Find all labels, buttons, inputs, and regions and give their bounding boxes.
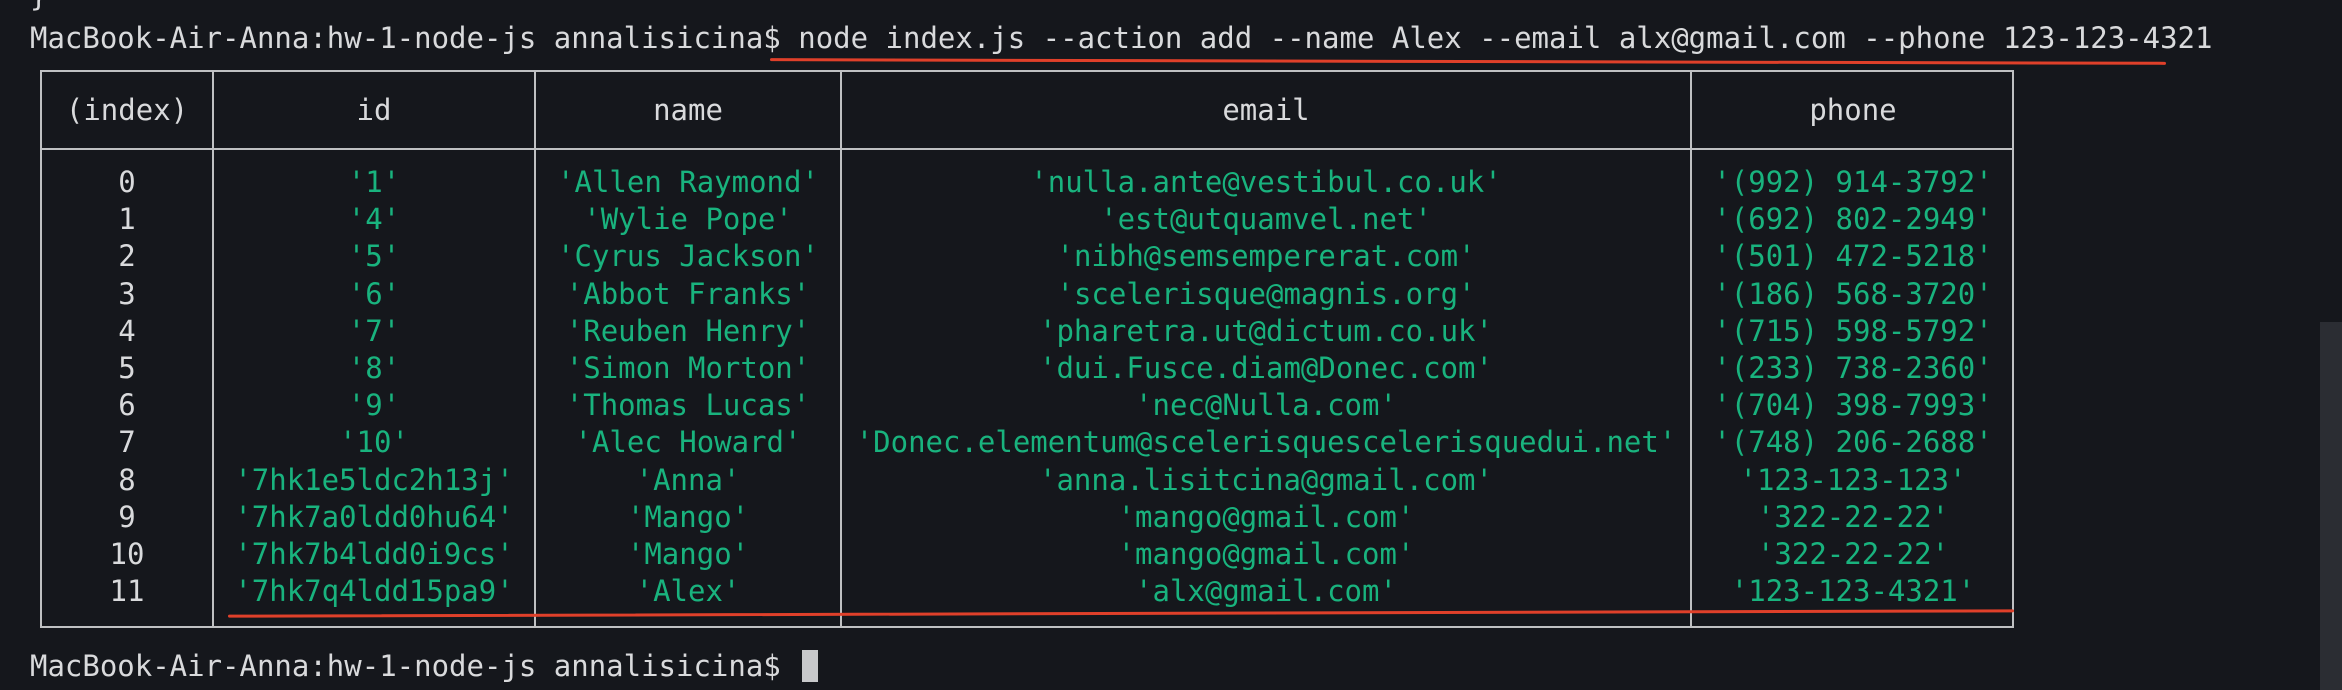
header-phone: phone xyxy=(1809,93,1897,127)
cell-name: 'Alex' xyxy=(635,574,741,609)
table-row: 3 '6' 'Abbot Franks' 'scelerisque@magnis.or… xyxy=(42,276,2012,313)
cell-email: 'alx@gmail.com' xyxy=(1135,574,1397,609)
cell-id: '7hk1e5ldc2h13j' xyxy=(234,462,514,497)
cell-index: 8 xyxy=(118,462,136,497)
cell-phone: '(715) 598-5792' xyxy=(1713,313,1993,348)
table-row: 10 '7hk7b4ldd0i9cs' 'Mango' 'mango@gmail.co… xyxy=(42,536,2012,573)
table-row: 6 '9' 'Thomas Lucas' 'nec@Nulla.com' '(704) … xyxy=(42,387,2012,424)
header-divider xyxy=(42,148,2012,150)
cell-id: '6' xyxy=(347,276,401,311)
cell-index: 2 xyxy=(118,239,136,274)
table-row: 11 '7hk7q4ldd15pa9' 'Alex' 'alx@gmail.com' '… xyxy=(42,573,2012,610)
cell-name: 'Allen Raymond' xyxy=(557,165,819,199)
cell-email: 'mango@gmail.com' xyxy=(1117,536,1415,571)
cell-name: 'Mango' xyxy=(626,499,750,534)
cell-name: 'Wylie Pope' xyxy=(583,202,793,237)
cell-index: 0 xyxy=(118,165,136,199)
text-cursor xyxy=(802,650,819,682)
cell-index: 11 xyxy=(109,574,145,609)
cell-index: 1 xyxy=(118,202,136,237)
cell-phone: '(692) 802-2949' xyxy=(1713,202,1993,237)
cell-phone: '123-123-4321' xyxy=(1730,574,1976,609)
scrollbar[interactable] xyxy=(2320,322,2342,690)
cell-phone: '(704) 398-7993' xyxy=(1713,388,1993,423)
cell-id: '9' xyxy=(347,388,401,423)
table-row: 5 '8' 'Simon Morton' 'dui.Fusce.diam@Donec.… xyxy=(42,350,2012,387)
cell-phone: '322-22-22' xyxy=(1756,499,1950,534)
final-command-line[interactable]: MacBook-Air-Anna:hw-1-node-js annalisici… xyxy=(30,646,819,686)
command-annotation-underline xyxy=(769,58,2167,65)
table-row: 4 '7' 'Reuben Henry' 'pharetra.ut@dictum.co… xyxy=(42,313,2012,350)
cell-index: 10 xyxy=(109,536,145,571)
cell-index: 4 xyxy=(118,313,136,348)
cell-name: 'Mango' xyxy=(626,536,750,571)
cell-name: 'Reuben Henry' xyxy=(565,313,811,348)
header-name: name xyxy=(653,93,723,127)
cell-name: 'Simon Morton' xyxy=(565,350,811,385)
cell-id: '7' xyxy=(347,313,401,348)
cell-phone: '123-123-123' xyxy=(1739,462,1967,497)
table-row: 0 '1' 'Allen Raymond' 'nulla.ante@vestibul.… xyxy=(42,164,2012,201)
cell-id: '8' xyxy=(347,350,401,385)
console-table: (index) id name email phone 0 '1' 'Allen R… xyxy=(40,70,2014,628)
table-body: 0 '1' 'Allen Raymond' 'nulla.ante@vestibul.… xyxy=(42,164,2012,610)
cell-phone: '(992) 914-3792' xyxy=(1713,165,1993,199)
cell-email: 'scelerisque@magnis.org' xyxy=(1056,276,1476,311)
cell-id: '10' xyxy=(339,425,409,460)
command-line: MacBook-Air-Anna:hw-1-node-js annalisici… xyxy=(30,18,2212,58)
table-row: 1 '4' 'Wylie Pope' 'est@utquamvel.net' '(692… xyxy=(42,201,2012,238)
closing-brace: } xyxy=(30,0,47,14)
cell-email: 'mango@gmail.com' xyxy=(1117,499,1415,534)
cell-name: 'Thomas Lucas' xyxy=(565,388,811,423)
cell-name: 'Alec Howard' xyxy=(574,425,802,460)
cell-index: 7 xyxy=(118,425,136,460)
table-row: 8 '7hk1e5ldc2h13j' 'Anna' 'anna.lisitcina@g… xyxy=(42,462,2012,499)
terminal-window[interactable]: } MacBook-Air-Anna:hw-1-node-js annalisi… xyxy=(0,0,2342,690)
cell-name: 'Abbot Franks' xyxy=(565,276,811,311)
cell-phone: '(186) 568-3720' xyxy=(1713,276,1993,311)
table-row: 9 '7hk7a0ldd0hu64' 'Mango' 'mango@gmail.com… xyxy=(42,499,2012,536)
header-email: email xyxy=(1222,93,1310,127)
cell-id: '5' xyxy=(347,239,401,274)
shell-prompt: MacBook-Air-Anna:hw-1-node-js annalisici… xyxy=(30,649,781,683)
cell-id: '7hk7b4ldd0i9cs' xyxy=(234,536,514,571)
cell-email: 'Donec.elementum@scelerisquescelerisqued… xyxy=(855,425,1677,460)
cell-id: '7hk7q4ldd15pa9' xyxy=(234,574,514,609)
cell-email: 'nulla.ante@vestibul.co.uk' xyxy=(1030,165,1502,199)
cell-phone: '(748) 206-2688' xyxy=(1713,425,1993,460)
header-id: id xyxy=(356,93,392,127)
cell-phone: '(501) 472-5218' xyxy=(1713,239,1993,274)
cell-email: 'est@utquamvel.net' xyxy=(1100,202,1432,237)
cell-email: 'nec@Nulla.com' xyxy=(1135,388,1397,423)
cell-phone: '322-22-22' xyxy=(1756,536,1950,571)
cell-name: 'Anna' xyxy=(635,462,741,497)
command-text: node index.js --action add --name Alex -… xyxy=(798,21,2213,55)
cell-index: 9 xyxy=(118,499,136,534)
header-index: (index) xyxy=(65,93,189,127)
table-row: 2 '5' 'Cyrus Jackson' 'nibh@semsempererat.c… xyxy=(42,238,2012,275)
cell-phone: '(233) 738-2360' xyxy=(1713,350,1993,385)
cell-index: 5 xyxy=(118,350,136,385)
cell-email: 'pharetra.ut@dictum.co.uk' xyxy=(1039,313,1493,348)
cell-id: '7hk7a0ldd0hu64' xyxy=(234,499,514,534)
cell-email: 'nibh@semsempererat.com' xyxy=(1056,239,1476,274)
cell-id: '4' xyxy=(347,202,401,237)
cell-index: 3 xyxy=(118,276,136,311)
cell-index: 6 xyxy=(118,388,136,423)
table-row: 7 '10' 'Alec Howard' 'Donec.elementum@scele… xyxy=(42,424,2012,461)
cell-name: 'Cyrus Jackson' xyxy=(557,239,819,274)
shell-prompt: MacBook-Air-Anna:hw-1-node-js annalisici… xyxy=(30,21,781,55)
cell-email: 'dui.Fusce.diam@Donec.com' xyxy=(1039,350,1493,385)
cell-id: '1' xyxy=(347,165,401,199)
cell-email: 'anna.lisitcina@gmail.com' xyxy=(1039,462,1493,497)
